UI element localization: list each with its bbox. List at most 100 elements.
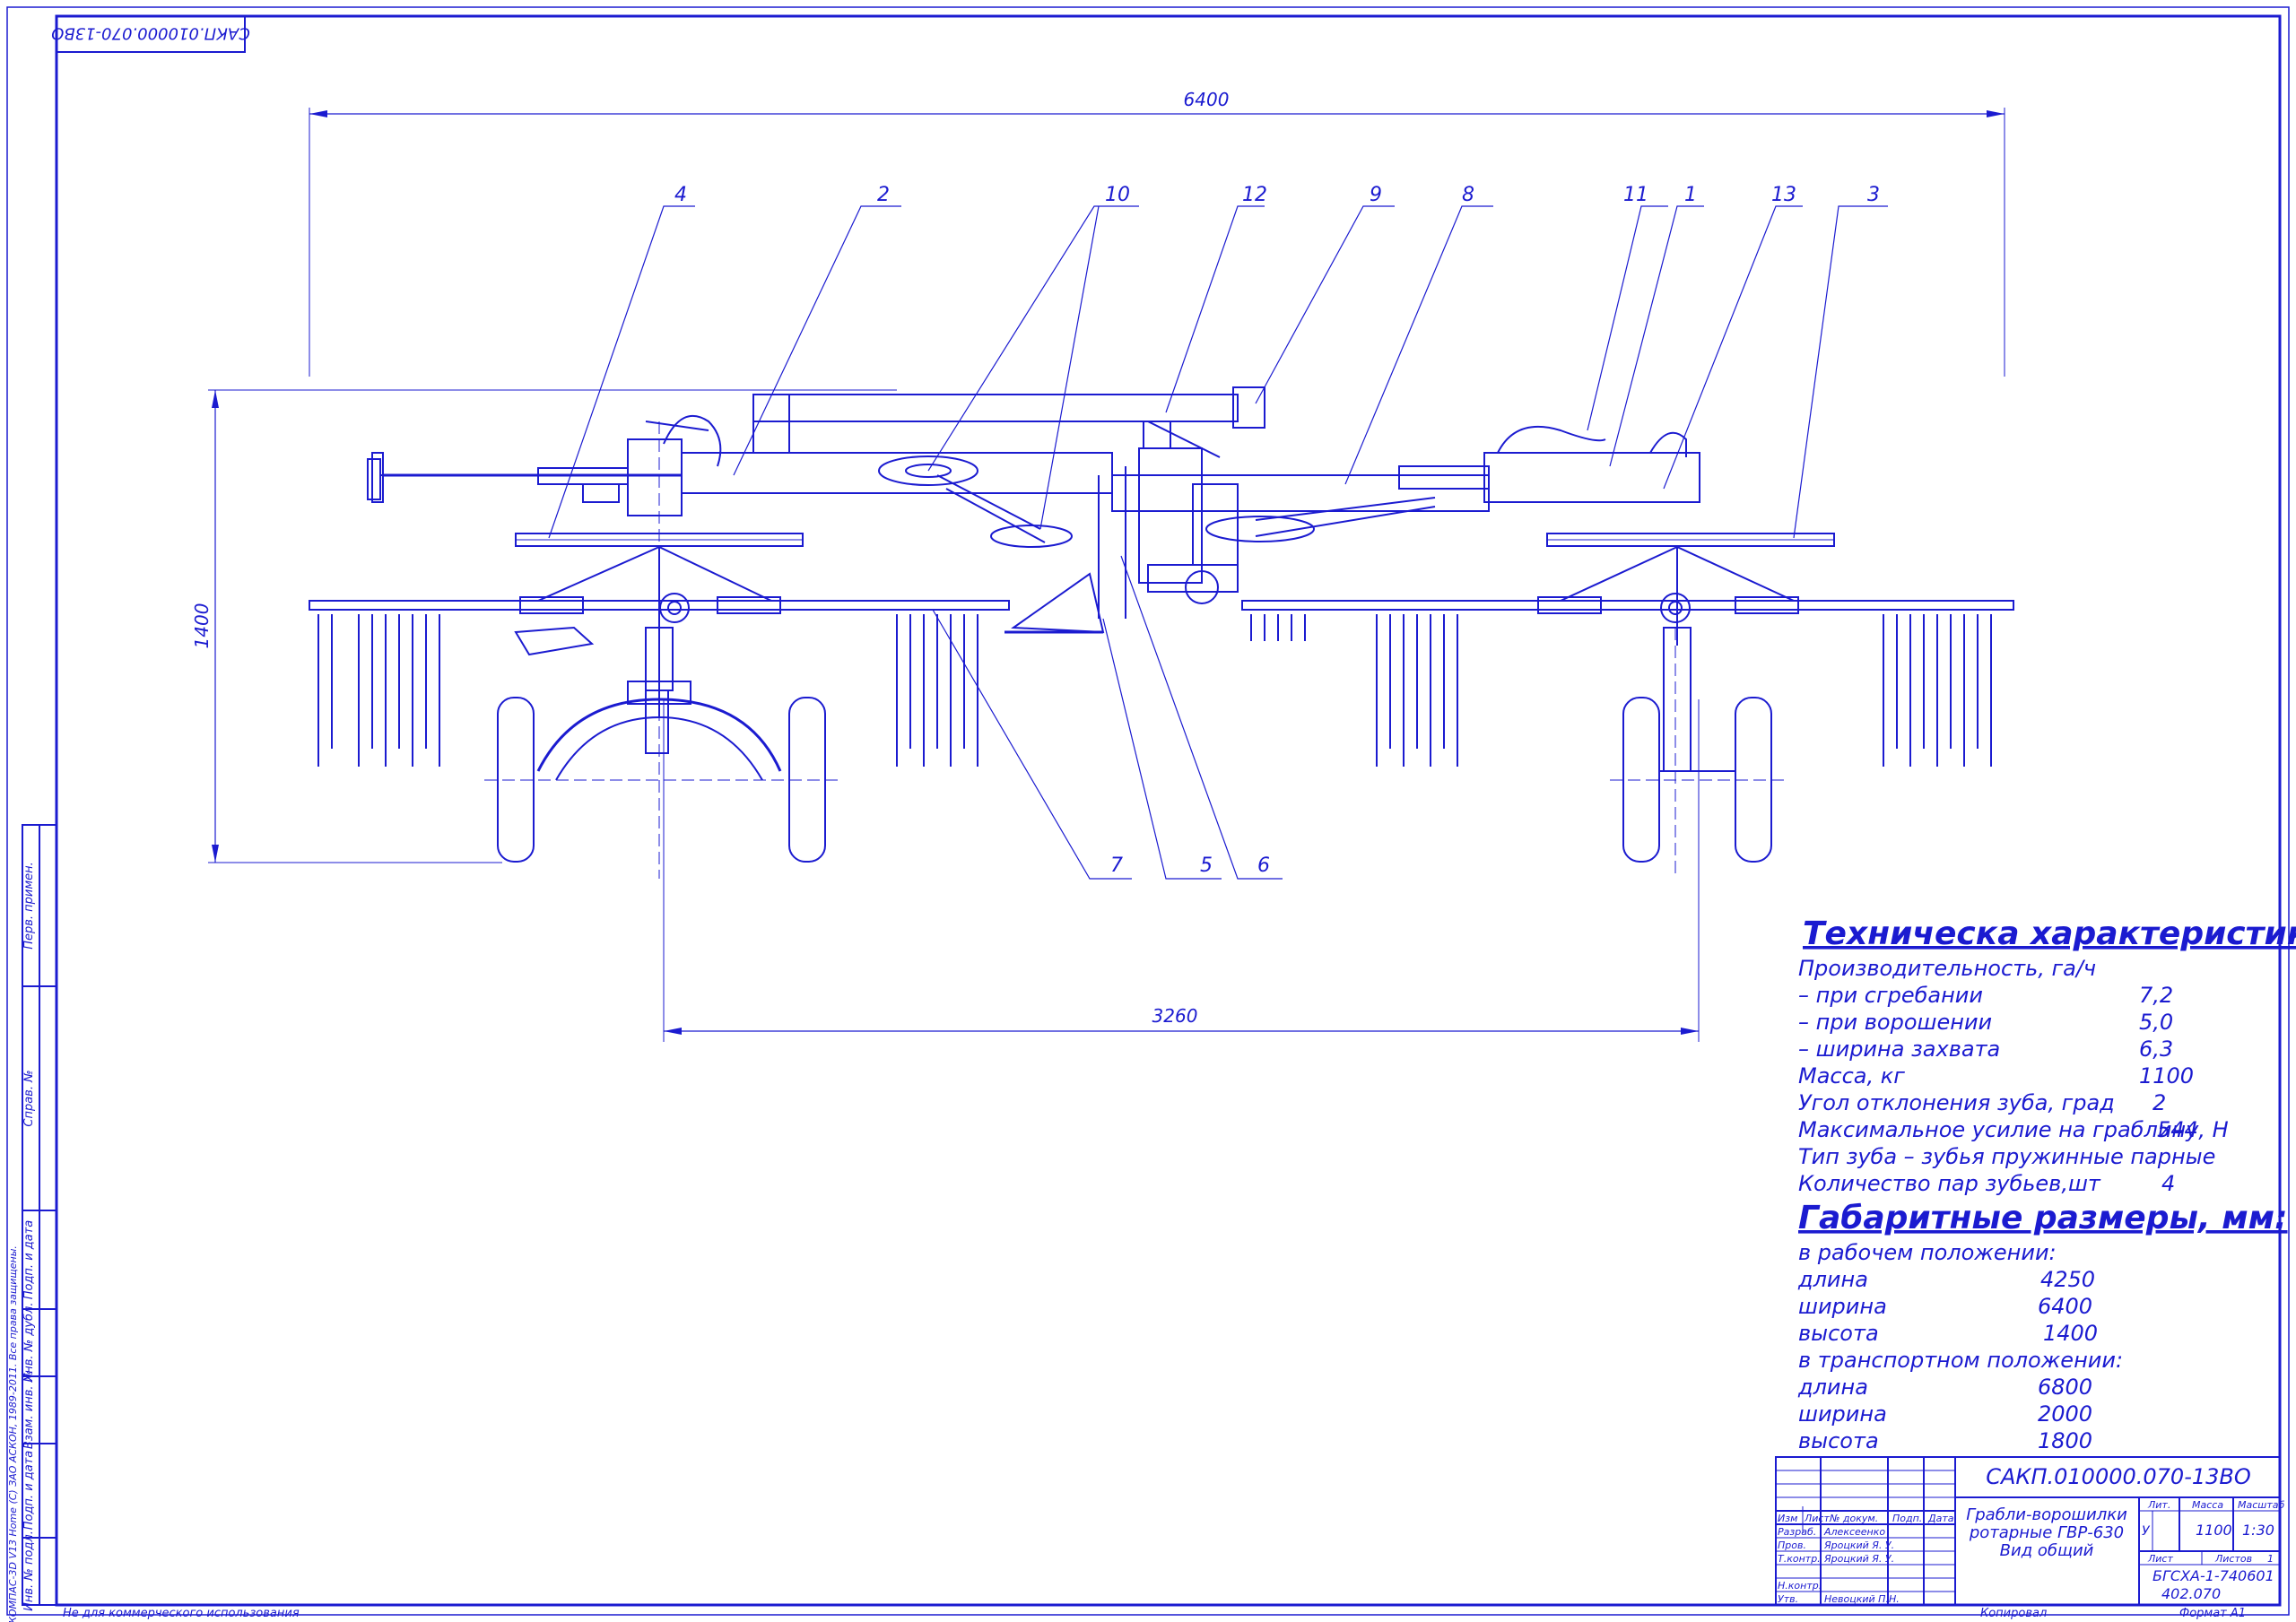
drawbar-handle [371,452,511,503]
tb-hdr-podp: Подп. [1892,1513,1922,1524]
spec-value-4: 6,3 [2139,1037,2173,1062]
spec-line-4: – ширина захвата [1798,1037,2000,1062]
side-vzam-inv: Взам. инв. № [22,1370,36,1449]
dims-transport-width-label: ширина [1798,1401,1887,1427]
dims-transport-header: в транспортном положении: [1798,1348,2123,1373]
spec-line-9: Количество пар зубьев,шт [1798,1171,2101,1196]
tb-mass-hdr: Масса [2192,1499,2223,1511]
tb-r4-role: Н.контр. [1778,1580,1822,1592]
tb-r5-role: Утв. [1778,1593,1798,1605]
callout-9: 9 [1370,184,1382,206]
side-perv-primen: Перв. примен. [22,862,36,950]
hydraulic-cylinder [645,386,1687,467]
spec-value-9: 4 [2161,1171,2175,1196]
callout-6: 6 [1257,854,1270,877]
title-doc-code: САКП.010000.070-13ВО [1986,1464,2251,1489]
footer-format: Формат А1 [2179,1607,2246,1620]
side-inv-podl: Инв. № подл. [22,1531,36,1611]
spec-line-3: – при ворошении [1798,1010,1992,1035]
tb-r2-name: Яроцкий Я. У. [1823,1540,1894,1551]
spec-value-2: 7,2 [2139,983,2173,1008]
spec-line-8: Тип зуба – зубья пружинные парные [1798,1144,2215,1169]
dimension-3260-label: 3260 [1152,1005,1198,1027]
tech-specs: Техническа характеристика: Производитель… [1797,915,2296,1453]
callout-5: 5 [1200,854,1213,877]
callout-12: 12 [1242,184,1267,206]
side-podp-data2: Подп. и дата [22,1451,36,1531]
callout-3: 3 [1867,184,1880,206]
tb-r3-name: Яроцкий Я. У. [1823,1553,1894,1565]
footer-copied: Копировал [1980,1607,2047,1620]
tb-sheets-value: 1 [2267,1553,2274,1565]
title-name-line3: Вид общий [2000,1541,2094,1560]
outer-frame [6,6,2290,1616]
title-block-text: САКП.010000.070-13ВО Грабли-ворошилки ро… [1778,1464,2284,1605]
dims-work-width-value: 6400 [2038,1294,2092,1319]
tb-r1-name: Алексеенко [1823,1526,1885,1538]
dims-work-length-value: 4250 [2040,1267,2095,1292]
footer-noncommercial: Не для коммерческого использования [63,1607,300,1620]
spec-value-7: 544 [2157,1117,2198,1142]
callout-4: 4 [674,184,687,206]
leader-lines [548,205,1888,880]
dims-transport-length-value: 6800 [2038,1375,2092,1400]
tb-scale-value: 1:30 [2242,1522,2274,1539]
tb-r1-role: Разраб. [1778,1526,1816,1538]
dims-transport-length-label: длина [1797,1375,1868,1400]
side-podp-data: Подп. и дата [22,1220,36,1300]
dims-title: Габаритные размеры, мм: [1798,1200,2288,1236]
side-sprav: Справ. № [22,1070,36,1126]
callout-11: 11 [1623,184,1648,206]
right-wheels [1610,627,1785,879]
dims-work-height-value: 1400 [2043,1321,2098,1346]
tb-r3-role: Т.контр. [1778,1553,1821,1565]
dims-work-height-label: высота [1798,1321,1879,1346]
spec-line-1: Производительность, га/ч [1798,956,2096,981]
drawing-sheet: САКП.010000.070-13ВО Перв. примен. Справ… [6,6,2296,1622]
tb-r5-name: Невоцкий П.Н. [1824,1593,1900,1605]
spec-line-6: Угол отклонения зуба, град [1798,1090,2115,1115]
tb-r2-role: Пров. [1778,1540,1806,1551]
dims-work-length-label: длина [1797,1267,1868,1292]
dimension-1400-label: 1400 [191,603,213,649]
tb-hdr-list: Лист [1804,1513,1830,1524]
dims-transport-height-label: высота [1798,1428,1879,1453]
rake-tedder-drawing [208,108,2014,1042]
specs-title: Техническа характеристика: [1803,915,2296,952]
tb-hdr-izm: Изм [1778,1513,1797,1524]
tb-sheet-hdr: Лист [2147,1553,2173,1565]
dimension-6400 [309,108,2005,377]
dimension-3260 [663,699,1700,1042]
tb-mass-value: 1100 [2196,1522,2232,1539]
dims-transport-width-value: 2000 [2038,1401,2092,1427]
rotated-stamp-text: САКП.010000.070-13ВО [51,24,250,43]
right-rotor [1241,533,2014,767]
title-name-line2: ротарные ГВР-630 [1969,1523,2124,1542]
rotated-stamp: САКП.010000.070-13ВО [51,15,250,53]
spec-line-2: – при сгребании [1798,983,1983,1008]
tb-hdr-data: Дата [1927,1513,1954,1524]
spec-line-5: Масса, кг [1798,1063,1905,1089]
dims-transport-height-value: 1800 [2038,1428,2092,1453]
tb-sheets-hdr: Листов [2214,1553,2252,1565]
side-kompas-note: КОМПАС-3D V13 Home (С) ЗАО АСКОН, 1989-2… [7,1245,19,1622]
tb-lit-hdr: Лит. [2147,1499,2170,1511]
spec-value-6: 2 [2152,1090,2166,1115]
tb-scale-hdr: Масштаб [2238,1499,2284,1511]
callout-7: 7 [1110,854,1123,877]
tb-lit-value: У [2142,1524,2151,1539]
spec-value-3: 5,0 [2139,1010,2173,1035]
callout-10: 10 [1105,184,1130,206]
tb-org-line2: 402.070 [2161,1585,2221,1602]
left-wheels [484,690,839,863]
callout-13: 13 [1771,184,1796,206]
tb-hdr-ndoc: № докум. [1829,1513,1878,1524]
spec-value-5: 1100 [2139,1063,2194,1089]
callout-8: 8 [1462,184,1474,206]
title-name-line1: Грабли-ворошилки [1966,1505,2127,1524]
tb-org-line1: БГСХА-1-740601 [2152,1567,2274,1584]
callout-1: 1 [1684,184,1697,206]
dims-work-header: в рабочем положении: [1798,1240,2057,1265]
callout-2: 2 [877,184,890,206]
dims-work-width-label: ширина [1798,1294,1887,1319]
